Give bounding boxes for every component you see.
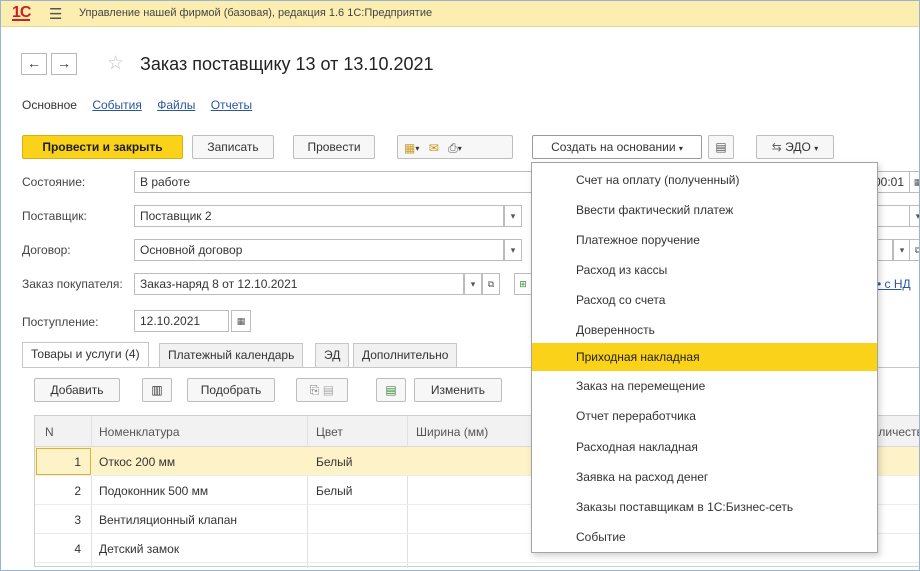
- create-based-on-menu: Счет на оплату (полученный) Ввести факти…: [531, 162, 878, 553]
- row-name: Подоконник 500 мм: [99, 484, 209, 498]
- row-name: Вентиляционный клапан: [99, 513, 238, 527]
- edo-label: ЭДО: [785, 140, 811, 154]
- contract-dropdown-icon[interactable]: ▾: [504, 239, 522, 261]
- save-button[interactable]: Записать: [192, 135, 274, 159]
- col-n[interactable]: N: [45, 425, 54, 439]
- 1c-logo: 1С: [12, 4, 31, 21]
- menu-item-account-outflow[interactable]: Расход со счета: [532, 286, 877, 314]
- supplier-dropdown-icon[interactable]: ▾: [504, 205, 522, 227]
- menu-item-actual-payment[interactable]: Ввести фактический платеж: [532, 196, 877, 224]
- row-number: 4: [74, 542, 81, 556]
- tab-additional[interactable]: Дополнительно: [353, 343, 458, 367]
- row-number: 1: [74, 455, 81, 469]
- state-field[interactable]: В работе: [134, 171, 534, 193]
- menu-item-event[interactable]: Событие: [532, 523, 877, 551]
- menu-item-payment-order[interactable]: Платежное поручение: [532, 226, 877, 254]
- attach-document-icon[interactable]: ▦: [404, 137, 415, 159]
- row-color: Белый: [316, 484, 353, 498]
- section-main[interactable]: Основное: [22, 98, 77, 112]
- barcode-icon: ▥: [151, 383, 163, 397]
- edo-icon: ⇆: [771, 140, 782, 154]
- section-files-link[interactable]: Файлы: [157, 98, 195, 112]
- document-title: Заказ поставщику 13 от 13.10.2021: [140, 54, 434, 74]
- menu-item-power-of-attorney[interactable]: Доверенность: [532, 316, 877, 344]
- window-frame: 1С ☰ Управление нашей фирмой (базовая), …: [0, 0, 920, 571]
- tab-payment-calendar[interactable]: Платежный календарь: [159, 343, 304, 367]
- back-button[interactable]: ←: [21, 53, 47, 75]
- structure-button[interactable]: ▤: [708, 135, 734, 159]
- table-icon: ▤: [385, 383, 397, 397]
- row-color: Белый: [316, 455, 353, 469]
- change-button[interactable]: Изменить: [414, 378, 502, 402]
- supplier-label: Поставщик:: [22, 209, 87, 223]
- printer-icon[interactable]: ⎙: [448, 137, 458, 159]
- structure-icon: ▤: [715, 140, 727, 154]
- chevron-down-icon: ▾: [678, 144, 683, 153]
- contract-field[interactable]: Основной договор: [134, 239, 504, 261]
- add-document-icon[interactable]: ⊞: [514, 273, 532, 295]
- menu-item-invoice-received[interactable]: Счет на оплату (полученный): [532, 166, 877, 194]
- menu-icon[interactable]: ☰: [49, 5, 62, 23]
- calendar-icon[interactable]: ▦: [231, 310, 251, 332]
- copy-paste-group: ⎘ ▤: [296, 378, 348, 402]
- forward-button[interactable]: →: [51, 53, 77, 75]
- section-events-link[interactable]: События: [92, 98, 142, 112]
- tab-goods-services[interactable]: Товары и услуги (4): [22, 342, 149, 368]
- col-quantity[interactable]: оличеств: [872, 425, 919, 439]
- menu-item-transfer-order[interactable]: Заказ на перемещение: [532, 372, 877, 400]
- row-name: Откос 200 мм: [99, 455, 176, 469]
- post-button[interactable]: Провести: [293, 135, 375, 159]
- row-name: Детский замок: [99, 542, 180, 556]
- col-nomenclature[interactable]: Номенклатура: [99, 425, 180, 439]
- col-color[interactable]: Цвет: [316, 425, 343, 439]
- chevron-down-icon: ▾: [814, 144, 819, 153]
- arrow-right-icon: →: [57, 55, 71, 71]
- copy-icon[interactable]: ⎘: [310, 383, 320, 397]
- customer-order-dropdown-icon[interactable]: ▾: [464, 273, 482, 295]
- receipt-date-field[interactable]: 12.10.2021: [134, 310, 229, 332]
- receipt-label: Поступление:: [22, 315, 99, 329]
- add-row-button[interactable]: Добавить: [34, 378, 120, 402]
- app-title: Управление нашей фирмой (базовая), редак…: [79, 7, 433, 19]
- menu-item-business-network-orders[interactable]: Заказы поставщикам в 1С:Бизнес-сеть: [532, 493, 877, 521]
- chevron-down-icon[interactable]: ▾: [909, 205, 919, 227]
- create-based-label: Создать на основании: [551, 140, 676, 154]
- print-attach-toolbar: ▦▾ ✉ ⎙▾: [397, 135, 513, 159]
- pick-button[interactable]: Подобрать: [187, 378, 275, 402]
- create-based-on-dropdown[interactable]: Создать на основании ▾: [532, 135, 702, 159]
- customer-order-field[interactable]: Заказ-наряд 8 от 12.10.2021: [134, 273, 464, 295]
- email-icon[interactable]: ✉: [429, 137, 439, 159]
- tab-ed[interactable]: ЭД: [315, 343, 350, 367]
- open-link-icon[interactable]: ⧉: [482, 273, 500, 295]
- calendar-icon[interactable]: ▦: [909, 171, 919, 193]
- section-reports-link[interactable]: Отчеты: [211, 98, 252, 112]
- post-and-close-button[interactable]: Провести и закрыть: [22, 135, 183, 159]
- menu-item-receipt-invoice[interactable]: Приходная накладная: [532, 343, 877, 371]
- supplier-field[interactable]: Поставщик 2: [134, 205, 504, 227]
- table-settings-button[interactable]: ▤: [376, 378, 406, 402]
- contract-label: Договор:: [22, 243, 71, 257]
- row-number: 3: [74, 513, 81, 527]
- col-width[interactable]: Ширина (мм): [416, 425, 488, 439]
- barcode-button[interactable]: ▥: [142, 378, 172, 402]
- favorite-star-icon[interactable]: ☆: [107, 52, 124, 75]
- section-nav: Основное События Файлы Отчеты: [22, 98, 264, 112]
- title-bar: 1С ☰ Управление нашей фирмой (базовая), …: [1, 1, 919, 27]
- arrow-left-icon: ←: [27, 55, 41, 71]
- edo-dropdown[interactable]: ⇆ ЭДО ▾: [756, 135, 834, 159]
- customer-order-label: Заказ покупателя:: [22, 277, 123, 291]
- paste-icon[interactable]: ▤: [323, 383, 334, 397]
- menu-item-cash-request[interactable]: Заявка на расход денег: [532, 463, 877, 491]
- open-link-icon[interactable]: ⧉: [909, 239, 919, 261]
- state-label: Состояние:: [22, 175, 86, 189]
- menu-item-sales-invoice[interactable]: Расходная накладная: [532, 433, 877, 461]
- menu-item-processor-report[interactable]: Отчет переработчика: [532, 402, 877, 430]
- row-number: 2: [74, 484, 81, 498]
- menu-item-cash-outflow[interactable]: Расход из кассы: [532, 256, 877, 284]
